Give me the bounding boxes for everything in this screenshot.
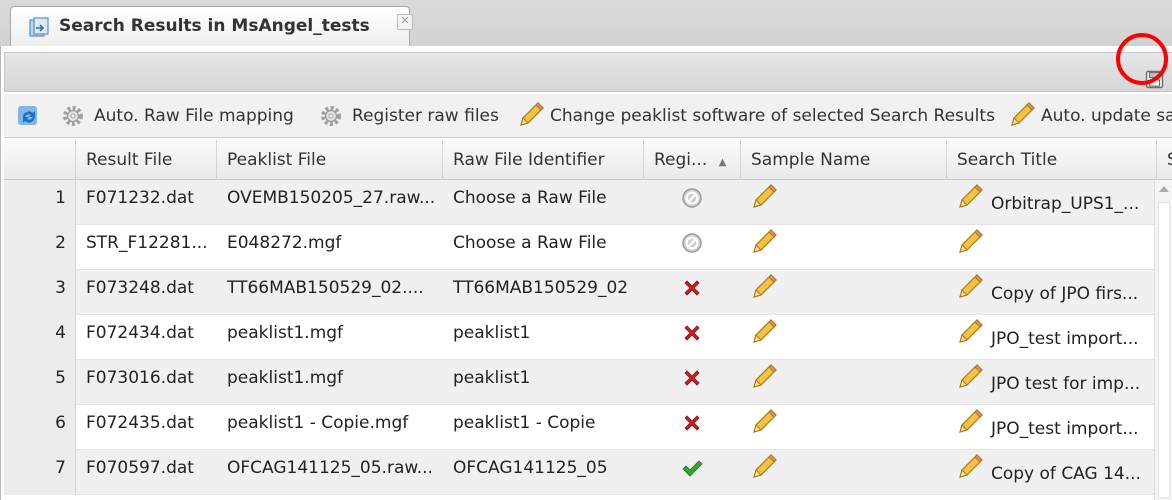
- column-header-registered[interactable]: Regi... ▲: [644, 140, 741, 180]
- search-title-cell[interactable]: JPO_test import...: [947, 315, 1154, 360]
- sample-name-cell[interactable]: [741, 315, 947, 360]
- gear-icon: [321, 106, 341, 126]
- peaklist-file-cell: peaklist1 - Copie.mgf: [227, 413, 409, 433]
- search-title-cell[interactable]: [947, 225, 1154, 270]
- sample-name-cell[interactable]: [741, 360, 947, 405]
- save-icon[interactable]: [1145, 70, 1164, 89]
- peaklist-file-cell: peaklist1.mgf: [227, 368, 344, 388]
- column-header-search-title[interactable]: Search Title: [947, 140, 1157, 180]
- column-header-sample-name[interactable]: Sample Name: [741, 140, 947, 180]
- tab-search-results[interactable]: Search Results in MsAngel_tests ✕: [10, 6, 413, 46]
- sample-name-cell[interactable]: [741, 180, 947, 225]
- column-header-next[interactable]: S: [1157, 140, 1172, 180]
- registered-cell: [644, 450, 741, 495]
- search-title-cell[interactable]: Copy of CAG 14...: [947, 450, 1154, 495]
- table-row[interactable]: 2 STR_F12281... E048272.mgf Choose a Raw Fi…: [4, 225, 1154, 270]
- search-results-icon: [29, 17, 49, 37]
- table-row[interactable]: 4 F072434.dat peaklist1.mgf peaklist1 JPO_te…: [4, 315, 1154, 360]
- row-number: 1: [4, 180, 76, 225]
- raw-file-identifier-cell[interactable]: peaklist1: [443, 315, 644, 360]
- search-title-text: JPO_test import...: [991, 419, 1139, 439]
- pencil-icon: [1011, 102, 1035, 126]
- peaklist-file-cell: OVEMB150205_27.raw...: [227, 188, 436, 208]
- sort-ascending-icon: ▲: [718, 157, 727, 168]
- change-peaklist-software-button[interactable]: Change peaklist software of selected Sea…: [516, 94, 996, 137]
- row-number: 5: [4, 360, 76, 405]
- column-header-peaklist-file[interactable]: Peaklist File: [217, 140, 443, 180]
- vertical-scrollbar[interactable]: [1154, 180, 1172, 500]
- scroll-up-icon[interactable]: [1159, 186, 1169, 192]
- search-title-text: JPO_test import...: [991, 329, 1139, 349]
- registered-cell: [644, 225, 741, 270]
- close-icon[interactable]: ✕: [397, 14, 413, 30]
- row-number: 4: [4, 315, 76, 360]
- sample-name-cell[interactable]: [741, 450, 947, 495]
- result-file-cell: F071232.dat: [86, 188, 194, 208]
- search-title-cell[interactable]: Orbitrap_UPS1_...: [947, 180, 1154, 225]
- peaklist-file-cell: E048272.mgf: [227, 233, 342, 253]
- registered-cell: [644, 360, 741, 405]
- peaklist-file-cell: OFCAG141125_05.raw...: [227, 458, 433, 478]
- result-file-cell: F072434.dat: [86, 323, 194, 343]
- sample-name-cell[interactable]: [741, 270, 947, 315]
- search-title-cell[interactable]: Copy of JPO firs...: [947, 270, 1154, 315]
- raw-file-identifier-cell[interactable]: Choose a Raw File: [443, 180, 644, 225]
- toolbar: Auto. Raw File mapping Register raw file…: [4, 94, 1172, 138]
- search-title-text: Copy of JPO firs...: [991, 284, 1139, 304]
- registered-cell: [644, 270, 741, 315]
- registered-cell: [644, 405, 741, 450]
- table-row[interactable]: 6 F072435.dat peaklist1 - Copie.mgf peaklis…: [4, 405, 1154, 450]
- result-file-cell: STR_F12281...: [86, 233, 208, 253]
- column-header-label: Regi...: [654, 150, 708, 170]
- search-results-panel: Auto. Raw File mapping Register raw file…: [0, 33, 1172, 500]
- table-row[interactable]: 1 F071232.dat OVEMB150205_27.raw... Choose …: [4, 180, 1154, 225]
- search-title-text: Orbitrap_UPS1_...: [991, 194, 1140, 214]
- raw-file-identifier-cell[interactable]: TT66MAB150529_02: [443, 270, 644, 315]
- grid-header: Result File Peaklist File Raw File Ident…: [4, 140, 1172, 180]
- search-title-text: JPO test for imp...: [991, 374, 1141, 394]
- result-file-cell: F073016.dat: [86, 368, 194, 388]
- row-number: 2: [4, 225, 76, 270]
- raw-file-identifier-cell[interactable]: Choose a Raw File: [443, 225, 644, 270]
- gear-icon: [63, 106, 83, 126]
- column-header-rownum: [4, 140, 76, 180]
- register-raw-files-button[interactable]: Register raw files: [318, 94, 504, 137]
- sample-name-cell[interactable]: [741, 225, 947, 270]
- result-file-cell: F073248.dat: [86, 278, 194, 298]
- column-header-result-file[interactable]: Result File: [76, 140, 217, 180]
- auto-raw-file-mapping-button[interactable]: Auto. Raw File mapping: [60, 94, 308, 137]
- row-number: 3: [4, 270, 76, 315]
- raw-file-identifier-cell[interactable]: peaklist1: [443, 360, 644, 405]
- results-grid: 1 F071232.dat OVEMB150205_27.raw... Choose …: [4, 180, 1154, 500]
- result-file-cell: F070597.dat: [86, 458, 194, 478]
- scrollbar-thumb[interactable]: [1158, 202, 1170, 498]
- registered-cell: [644, 315, 741, 360]
- table-row[interactable]: 7 F070597.dat OFCAG141125_05.raw... OFCAG14…: [4, 450, 1154, 495]
- search-title-cell[interactable]: JPO test for imp...: [947, 360, 1154, 405]
- peaklist-file-cell: peaklist1.mgf: [227, 323, 344, 343]
- tab-title: Search Results in MsAngel_tests: [59, 16, 370, 36]
- sample-name-cell[interactable]: [741, 405, 947, 450]
- refresh-icon: [18, 106, 37, 125]
- peaklist-file-cell: TT66MAB150529_02....: [227, 278, 424, 298]
- raw-file-identifier-cell[interactable]: OFCAG141125_05: [443, 450, 644, 495]
- refresh-button[interactable]: [16, 94, 46, 137]
- row-number: 7: [4, 450, 76, 495]
- panel-header: [4, 33, 1172, 92]
- tab-bar: Search Results in MsAngel_tests ✕: [0, 0, 1172, 47]
- result-file-cell: F072435.dat: [86, 413, 194, 433]
- search-title-text: Copy of CAG 14...: [991, 464, 1141, 484]
- row-number: 6: [4, 405, 76, 450]
- column-header-raw-file-identifier[interactable]: Raw File Identifier: [443, 140, 644, 180]
- search-title-cell[interactable]: JPO_test import...: [947, 405, 1154, 450]
- table-row[interactable]: 5 F073016.dat peaklist1.mgf peaklist1 JPO te…: [4, 360, 1154, 405]
- raw-file-identifier-cell[interactable]: peaklist1 - Copie: [443, 405, 644, 450]
- registered-cell: [644, 180, 741, 225]
- pencil-icon: [520, 102, 544, 126]
- auto-update-button[interactable]: Auto. update sa: [1007, 94, 1172, 137]
- table-row[interactable]: 3 F073248.dat TT66MAB150529_02.... TT66MAB1…: [4, 270, 1154, 315]
